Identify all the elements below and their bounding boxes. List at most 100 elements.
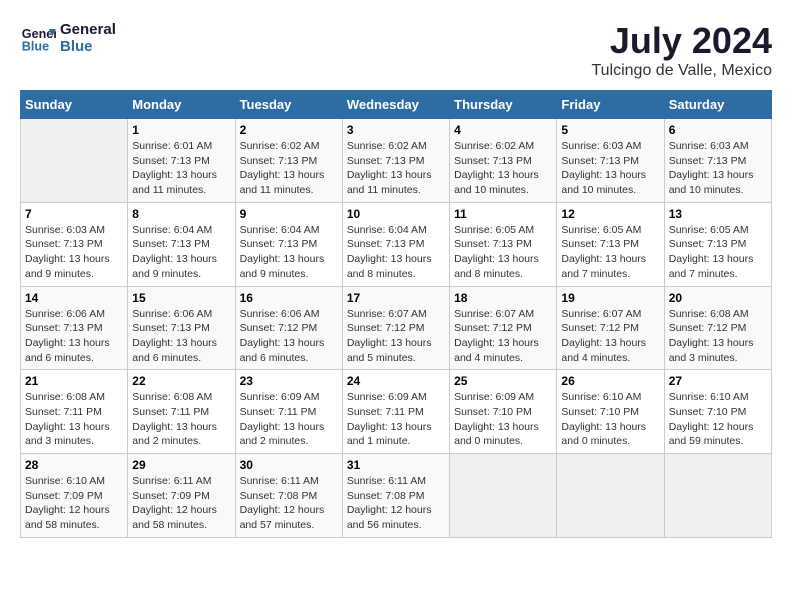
- day-info: Sunrise: 6:11 AMSunset: 7:08 PMDaylight:…: [240, 474, 338, 533]
- day-number: 6: [669, 123, 767, 137]
- day-info: Sunrise: 6:08 AMSunset: 7:11 PMDaylight:…: [132, 390, 230, 449]
- day-info: Sunrise: 6:05 AMSunset: 7:13 PMDaylight:…: [669, 223, 767, 282]
- day-number: 3: [347, 123, 445, 137]
- column-header-wednesday: Wednesday: [342, 91, 449, 119]
- day-number: 7: [25, 207, 123, 221]
- day-info: Sunrise: 6:09 AMSunset: 7:11 PMDaylight:…: [240, 390, 338, 449]
- day-cell: 28 Sunrise: 6:10 AMSunset: 7:09 PMDayligh…: [21, 454, 128, 538]
- logo: General Blue General Blue: [20, 20, 116, 56]
- day-number: 5: [561, 123, 659, 137]
- day-cell: 8 Sunrise: 6:04 AMSunset: 7:13 PMDaylight…: [128, 202, 235, 286]
- day-info: Sunrise: 6:11 AMSunset: 7:08 PMDaylight:…: [347, 474, 445, 533]
- day-info: Sunrise: 6:04 AMSunset: 7:13 PMDaylight:…: [132, 223, 230, 282]
- month-year: July 2024: [591, 20, 772, 62]
- day-cell: 25 Sunrise: 6:09 AMSunset: 7:10 PMDayligh…: [450, 370, 557, 454]
- day-cell: [664, 454, 771, 538]
- day-cell: 1 Sunrise: 6:01 AMSunset: 7:13 PMDaylight…: [128, 119, 235, 203]
- logo-line1: General: [60, 21, 116, 38]
- week-row-3: 14 Sunrise: 6:06 AMSunset: 7:13 PMDayligh…: [21, 286, 772, 370]
- day-cell: 14 Sunrise: 6:06 AMSunset: 7:13 PMDayligh…: [21, 286, 128, 370]
- day-cell: 6Sunrise: 6:03 AMSunset: 7:13 PMDaylight…: [664, 119, 771, 203]
- day-number: 31: [347, 458, 445, 472]
- day-number: 22: [132, 374, 230, 388]
- day-number: 29: [132, 458, 230, 472]
- week-row-1: 1 Sunrise: 6:01 AMSunset: 7:13 PMDaylight…: [21, 119, 772, 203]
- day-cell: 7Sunrise: 6:03 AMSunset: 7:13 PMDaylight…: [21, 202, 128, 286]
- day-cell: 3Sunrise: 6:02 AMSunset: 7:13 PMDaylight…: [342, 119, 449, 203]
- day-number: 12: [561, 207, 659, 221]
- day-info: Sunrise: 6:06 AMSunset: 7:12 PMDaylight:…: [240, 307, 338, 366]
- week-row-2: 7Sunrise: 6:03 AMSunset: 7:13 PMDaylight…: [21, 202, 772, 286]
- day-number: 1: [132, 123, 230, 137]
- day-cell: 18 Sunrise: 6:07 AMSunset: 7:12 PMDayligh…: [450, 286, 557, 370]
- day-number: 14: [25, 291, 123, 305]
- day-number: 25: [454, 374, 552, 388]
- svg-text:Blue: Blue: [22, 40, 49, 54]
- day-info: Sunrise: 6:10 AMSunset: 7:10 PMDaylight:…: [669, 390, 767, 449]
- day-cell: 17Sunrise: 6:07 AMSunset: 7:12 PMDayligh…: [342, 286, 449, 370]
- day-cell: 2 Sunrise: 6:02 AMSunset: 7:13 PMDaylight…: [235, 119, 342, 203]
- day-number: 18: [454, 291, 552, 305]
- day-info: Sunrise: 6:02 AMSunset: 7:13 PMDaylight:…: [240, 139, 338, 198]
- header-row: SundayMondayTuesdayWednesdayThursdayFrid…: [21, 91, 772, 119]
- day-cell: 27 Sunrise: 6:10 AMSunset: 7:10 PMDayligh…: [664, 370, 771, 454]
- day-number: 16: [240, 291, 338, 305]
- logo-icon: General Blue: [20, 20, 56, 56]
- day-cell: 4Sunrise: 6:02 AMSunset: 7:13 PMDaylight…: [450, 119, 557, 203]
- day-cell: 19 Sunrise: 6:07 AMSunset: 7:12 PMDayligh…: [557, 286, 664, 370]
- day-info: Sunrise: 6:04 AMSunset: 7:13 PMDaylight:…: [240, 223, 338, 282]
- day-number: 8: [132, 207, 230, 221]
- day-cell: 29 Sunrise: 6:11 AMSunset: 7:09 PMDayligh…: [128, 454, 235, 538]
- column-header-saturday: Saturday: [664, 91, 771, 119]
- day-info: Sunrise: 6:01 AMSunset: 7:13 PMDaylight:…: [132, 139, 230, 198]
- logo-line2: Blue: [60, 38, 116, 55]
- day-number: 23: [240, 374, 338, 388]
- day-cell: 13 Sunrise: 6:05 AMSunset: 7:13 PMDayligh…: [664, 202, 771, 286]
- day-info: Sunrise: 6:04 AMSunset: 7:13 PMDaylight:…: [347, 223, 445, 282]
- day-cell: 16 Sunrise: 6:06 AMSunset: 7:12 PMDayligh…: [235, 286, 342, 370]
- day-cell: 24Sunrise: 6:09 AMSunset: 7:11 PMDayligh…: [342, 370, 449, 454]
- column-header-monday: Monday: [128, 91, 235, 119]
- day-number: 2: [240, 123, 338, 137]
- day-number: 11: [454, 207, 552, 221]
- day-number: 27: [669, 374, 767, 388]
- day-number: 10: [347, 207, 445, 221]
- page-header: General Blue General Blue July 2024 Tulc…: [20, 20, 772, 80]
- day-info: Sunrise: 6:05 AMSunset: 7:13 PMDaylight:…: [454, 223, 552, 282]
- day-cell: 15Sunrise: 6:06 AMSunset: 7:13 PMDayligh…: [128, 286, 235, 370]
- day-cell: 11 Sunrise: 6:05 AMSunset: 7:13 PMDayligh…: [450, 202, 557, 286]
- day-cell: 20Sunrise: 6:08 AMSunset: 7:12 PMDayligh…: [664, 286, 771, 370]
- day-info: Sunrise: 6:07 AMSunset: 7:12 PMDaylight:…: [347, 307, 445, 366]
- day-info: Sunrise: 6:10 AMSunset: 7:09 PMDaylight:…: [25, 474, 123, 533]
- day-cell: 22 Sunrise: 6:08 AMSunset: 7:11 PMDayligh…: [128, 370, 235, 454]
- day-info: Sunrise: 6:09 AMSunset: 7:10 PMDaylight:…: [454, 390, 552, 449]
- day-info: Sunrise: 6:08 AMSunset: 7:11 PMDaylight:…: [25, 390, 123, 449]
- day-info: Sunrise: 6:07 AMSunset: 7:12 PMDaylight:…: [454, 307, 552, 366]
- day-number: 13: [669, 207, 767, 221]
- day-cell: [450, 454, 557, 538]
- day-number: 19: [561, 291, 659, 305]
- day-info: Sunrise: 6:06 AMSunset: 7:13 PMDaylight:…: [25, 307, 123, 366]
- day-info: Sunrise: 6:07 AMSunset: 7:12 PMDaylight:…: [561, 307, 659, 366]
- day-info: Sunrise: 6:02 AMSunset: 7:13 PMDaylight:…: [454, 139, 552, 198]
- day-number: 28: [25, 458, 123, 472]
- column-header-thursday: Thursday: [450, 91, 557, 119]
- day-cell: [21, 119, 128, 203]
- day-cell: 5 Sunrise: 6:03 AMSunset: 7:13 PMDaylight…: [557, 119, 664, 203]
- day-number: 24: [347, 374, 445, 388]
- column-header-friday: Friday: [557, 91, 664, 119]
- day-info: Sunrise: 6:03 AMSunset: 7:13 PMDaylight:…: [561, 139, 659, 198]
- day-info: Sunrise: 6:05 AMSunset: 7:13 PMDaylight:…: [561, 223, 659, 282]
- day-number: 9: [240, 207, 338, 221]
- day-cell: 23 Sunrise: 6:09 AMSunset: 7:11 PMDayligh…: [235, 370, 342, 454]
- day-number: 26: [561, 374, 659, 388]
- day-cell: 31 Sunrise: 6:11 AMSunset: 7:08 PMDayligh…: [342, 454, 449, 538]
- day-number: 20: [669, 291, 767, 305]
- day-cell: 12 Sunrise: 6:05 AMSunset: 7:13 PMDayligh…: [557, 202, 664, 286]
- column-header-sunday: Sunday: [21, 91, 128, 119]
- day-info: Sunrise: 6:10 AMSunset: 7:10 PMDaylight:…: [561, 390, 659, 449]
- day-info: Sunrise: 6:11 AMSunset: 7:09 PMDaylight:…: [132, 474, 230, 533]
- day-number: 21: [25, 374, 123, 388]
- day-cell: 30Sunrise: 6:11 AMSunset: 7:08 PMDayligh…: [235, 454, 342, 538]
- day-cell: 26 Sunrise: 6:10 AMSunset: 7:10 PMDayligh…: [557, 370, 664, 454]
